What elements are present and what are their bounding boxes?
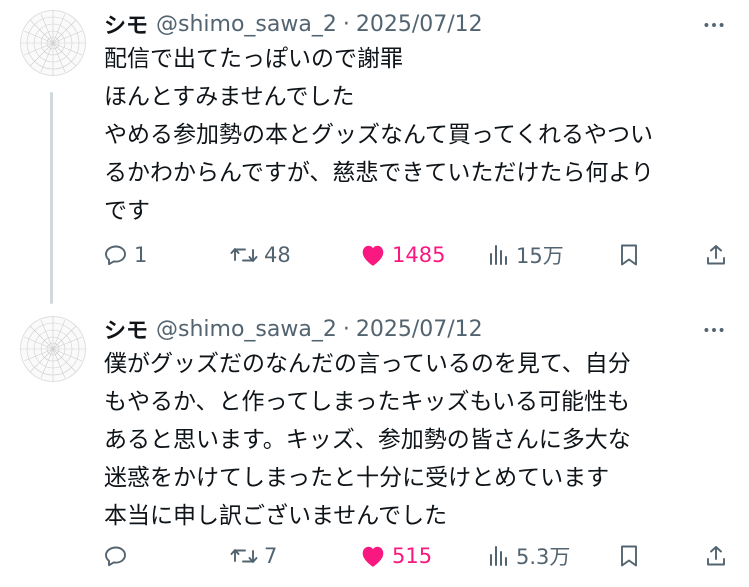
more-icon [704, 23, 724, 27]
action-bar: 7 515 5.3万 [104, 541, 734, 571]
repost-button[interactable]: 48 [230, 240, 291, 270]
display-name[interactable]: シモ [104, 8, 148, 40]
text-line: ほんとすみませんでした [104, 84, 355, 110]
action-bar: 1 48 1485 15万 [104, 240, 734, 270]
timestamp[interactable]: 2025/07/12 [356, 12, 483, 37]
repost-button[interactable]: 7 [230, 541, 277, 571]
views-count: 15万 [516, 244, 564, 268]
tweet-text: 僕がグッズだのなんだの言っているのを見て、自分 もやるか、と作ってしまったキッズ… [104, 345, 724, 535]
views-count: 5.3万 [516, 545, 571, 569]
repost-count: 48 [264, 243, 291, 267]
share-button[interactable] [704, 541, 728, 571]
views-icon [490, 546, 507, 566]
repost-count: 7 [264, 544, 278, 568]
share-button[interactable] [704, 240, 728, 270]
bookmark-icon [621, 545, 637, 567]
like-button[interactable]: 1485 [360, 240, 445, 270]
more-button[interactable] [697, 315, 731, 345]
reply-icon [105, 245, 126, 266]
reply-button[interactable] [104, 541, 134, 571]
heart-icon [362, 546, 384, 567]
tweet[interactable]: シモ @shimo_sawa_2 · 2025/07/12 配信で出てたっぽいの… [0, 0, 749, 304]
share-icon [707, 546, 725, 566]
heart-icon [362, 245, 384, 266]
reply-count: 1 [134, 243, 148, 267]
reply-button[interactable]: 1 [104, 240, 147, 270]
views-button[interactable]: 15万 [488, 240, 564, 270]
share-icon [707, 245, 725, 265]
thread-line [50, 92, 53, 304]
more-icon [704, 328, 724, 332]
reply-icon [105, 546, 126, 567]
avatar[interactable] [20, 10, 86, 76]
repost-icon [230, 248, 258, 262]
tweet-header: シモ @shimo_sawa_2 · 2025/07/12 [104, 8, 483, 40]
text-line: 配信で出てたっぽいので謝罪 [104, 46, 403, 72]
tweet-text: 配信で出てたっぽいので謝罪 ほんとすみませんでした やめる参加勢の本とグッズなん… [104, 40, 724, 230]
text-line: です [104, 198, 150, 224]
timestamp[interactable]: 2025/07/12 [356, 317, 483, 342]
text-line: 迷惑をかけてしまったと十分に受けとめています [104, 465, 610, 491]
tweet[interactable]: シモ @shimo_sawa_2 · 2025/07/12 僕がグッズだのなんだ… [0, 300, 749, 587]
like-count: 515 [392, 544, 433, 568]
more-button[interactable] [697, 10, 731, 40]
separator: · [342, 316, 350, 342]
tweet-header: シモ @shimo_sawa_2 · 2025/07/12 [104, 313, 483, 345]
separator: · [342, 11, 350, 37]
text-line: るかわからんですが、慈悲できていただけたら何より [104, 160, 654, 186]
bookmark-button[interactable] [618, 541, 640, 571]
text-line: やめる参加勢の本とグッズなんて買ってくれるやつい [104, 122, 654, 148]
avatar[interactable] [20, 316, 86, 382]
text-line: 僕がグッズだのなんだの言っているのを見て、自分 [104, 351, 631, 377]
display-name[interactable]: シモ [104, 313, 148, 345]
user-handle[interactable]: @shimo_sawa_2 [156, 12, 337, 37]
like-button[interactable]: 515 [360, 541, 432, 571]
user-handle[interactable]: @shimo_sawa_2 [156, 317, 337, 342]
text-line: もやるか、と作ってしまったキッズもいる可能性も [104, 389, 631, 415]
bookmark-button[interactable] [618, 240, 640, 270]
text-line: あると思います。キッズ、参加勢の皆さんに多大な [104, 427, 631, 453]
bookmark-icon [621, 244, 637, 266]
views-icon [490, 245, 507, 265]
text-line: 本当に申し訳ございませんでした [104, 503, 448, 529]
like-count: 1485 [392, 243, 446, 267]
repost-icon [230, 549, 258, 563]
views-button[interactable]: 5.3万 [488, 541, 570, 571]
